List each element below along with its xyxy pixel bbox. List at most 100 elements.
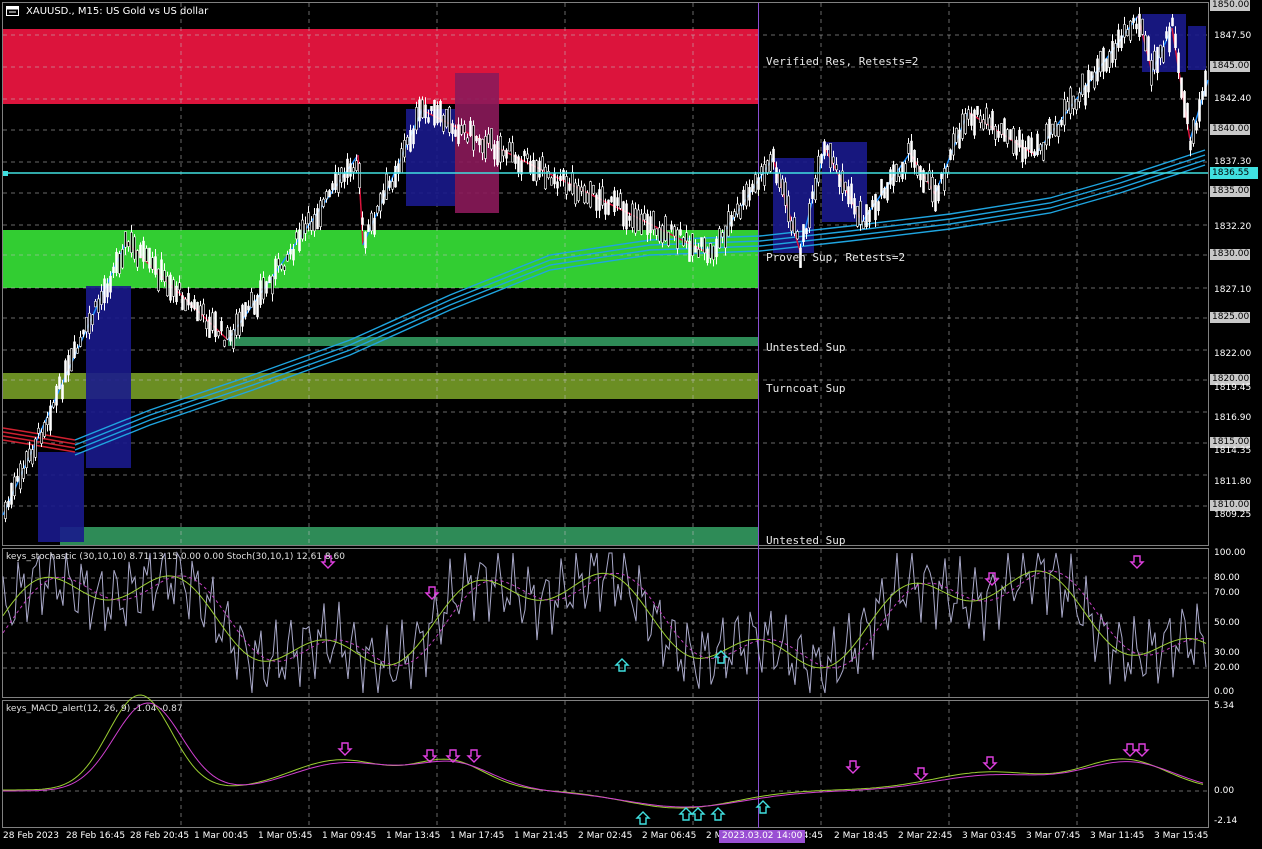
candle-body [1036,133,1039,156]
candle-body [1093,71,1096,89]
candle-body [16,475,19,482]
price-label: 1811.80 [1214,477,1252,487]
candle-body [709,243,712,259]
candle-body [796,231,799,240]
candle-body [844,181,847,191]
price-label: 1842.40 [1214,94,1252,104]
candle-body [982,119,985,130]
candle-body [49,405,52,431]
time-label: 3 Mar 07:45 [1026,831,1081,841]
candle-body [571,172,574,195]
candle-body [991,110,994,131]
candle-body [322,198,325,207]
candle-body [250,291,253,308]
candle-body [814,177,817,201]
candle-body [76,347,79,354]
candle-body [700,237,703,247]
candle-body [217,331,220,337]
candle-body [1030,137,1033,154]
candle-body [535,160,538,182]
candle-body [766,160,769,173]
candle-body [220,321,223,332]
candle-body [574,182,577,205]
candle-body [520,160,523,175]
candle-body [1045,124,1048,146]
price-label: 1822.00 [1214,349,1252,359]
candle-body [1168,26,1171,53]
buy-arrow-icon [678,807,694,821]
buy-arrow-icon [614,658,630,672]
candle-body [1099,51,1102,73]
candle-body [586,192,589,204]
candle-body [517,156,520,173]
candle-body [223,339,226,347]
candle-body [682,237,685,246]
candle-body [958,129,961,149]
candle-body [328,190,331,198]
candle-body [1003,118,1006,142]
candle-body [136,250,139,268]
price-label: 1832.20 [1214,222,1252,232]
time-label: 3 Mar 03:45 [962,831,1017,841]
candle-body [445,108,448,128]
candle-body [526,153,529,159]
candle-body [313,214,316,232]
candle-body [979,115,982,123]
candle-body [13,476,16,497]
candle-body [361,217,364,225]
chart-canvas[interactable] [0,0,1262,849]
candle-body [787,195,790,223]
stoch-level-label: 30.00 [1214,648,1240,658]
time-label: 28 Feb 20:45 [130,831,190,841]
candle-body [1057,124,1060,137]
current-price-marker [3,171,8,176]
candle-body [499,135,502,163]
time-label: 2 Mar 06:45 [642,831,697,841]
candle-body [244,302,247,317]
candle-body [811,191,814,200]
candle-body [46,417,49,425]
buy-arrow-icon [635,811,651,825]
candle-body [508,141,511,152]
candle-body [367,224,370,232]
candle-body [583,185,586,204]
candle-body [1042,142,1045,161]
candle-body [1144,34,1147,52]
candle-body [451,123,454,134]
candle-body [22,467,25,479]
candle-body [724,225,727,249]
candle-body [829,143,832,169]
candle-body [1069,87,1072,114]
stoch-level-label: 70.00 [1214,588,1240,598]
candle-body [529,160,532,174]
candle-body [589,181,592,208]
candle-body [205,320,208,329]
candle-body [976,105,979,115]
candle-body [154,256,157,275]
candle-body [1117,29,1120,48]
candle-body [886,182,889,201]
candle-body [580,186,583,192]
candle-body [457,124,460,144]
candle-body [544,166,547,190]
candle-body [310,221,313,231]
candle-body [190,302,193,308]
candle-body [235,313,238,336]
candle-body [37,427,40,434]
candle-body [790,220,793,232]
candle-body [961,113,964,139]
price-label: 1809.25 [1214,510,1252,520]
candle-body [316,208,319,230]
price-label: 1850.00 [1210,0,1250,11]
zone-4 [60,527,758,545]
candle-body [1174,33,1177,48]
candle-body [643,212,646,221]
candle-body [64,360,67,383]
candle-body [514,154,517,164]
candle-body [427,117,430,123]
candle-body [832,156,835,164]
candle-body [808,203,811,229]
candle-body [100,291,103,305]
candle-body [307,212,310,224]
candle-body [259,280,262,305]
